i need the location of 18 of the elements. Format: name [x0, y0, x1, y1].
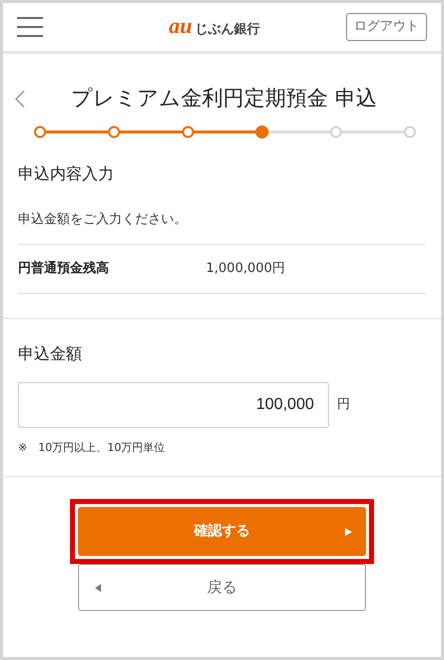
- confirm-button[interactable]: 確認する: [78, 507, 366, 556]
- balance-label: 円普通預金残高: [18, 260, 110, 278]
- amount-note: ※ 10万円以上、10万円単位: [17, 440, 166, 456]
- amount-field[interactable]: 100,000: [18, 382, 329, 428]
- amount-label: 申込金額: [17, 342, 83, 364]
- logo-text: じぶん銀行: [195, 20, 260, 39]
- left-arrow-icon: [95, 584, 101, 592]
- back-button[interactable]: 戻る: [78, 564, 366, 611]
- back-chevron-icon[interactable]: [15, 90, 25, 108]
- instruction-text: 申込金額をご入力ください。: [17, 211, 188, 229]
- section-title: 申込内容入力: [17, 163, 115, 185]
- balance-value: 1,000,000円: [206, 260, 286, 278]
- unit-label: 円: [337, 396, 350, 414]
- logo-mark: au: [168, 14, 192, 37]
- logout-button[interactable]: ログアウト: [346, 13, 427, 41]
- play-arrow-icon: [345, 528, 352, 536]
- page-title: プレミアム金利円定期預金 申込: [70, 85, 378, 112]
- menu-icon[interactable]: [17, 16, 43, 38]
